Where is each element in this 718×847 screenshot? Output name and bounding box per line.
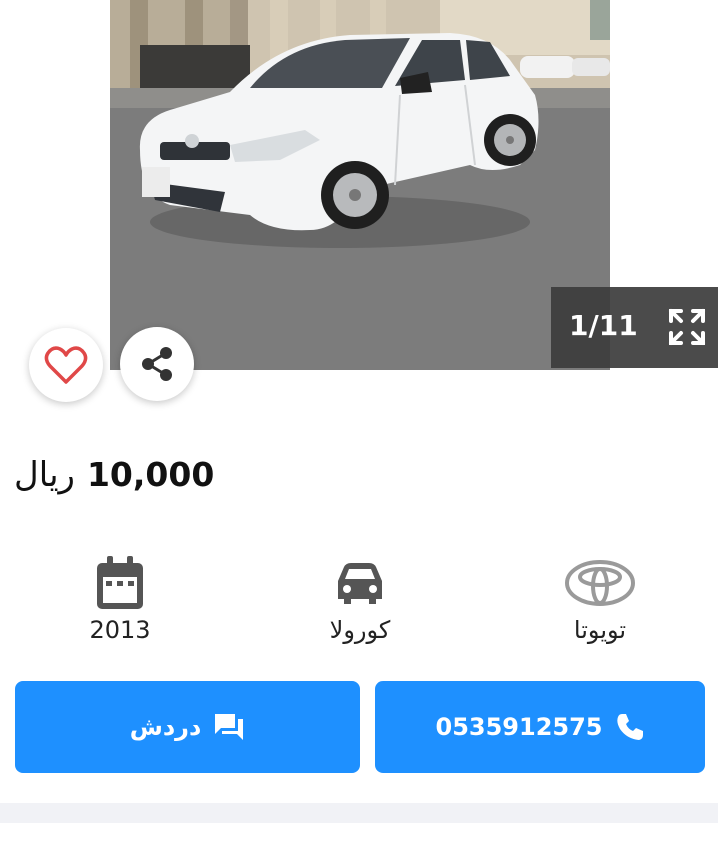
spec-year: 2013 <box>20 552 220 644</box>
fullscreen-button[interactable] <box>667 307 707 347</box>
spec-model-value: كورولا <box>329 616 391 644</box>
phone-number: 0535912575 <box>435 713 603 741</box>
car-icon <box>338 563 382 604</box>
image-gallery: 1/11 <box>0 0 718 402</box>
spec-make: تويوتا <box>500 552 700 644</box>
chat-icon <box>215 714 244 740</box>
heart-icon <box>44 346 88 384</box>
section-divider <box>0 803 718 823</box>
next-image-button[interactable] <box>643 146 673 176</box>
expand-icon <box>669 309 705 345</box>
price-amount: 10,000 <box>86 455 215 494</box>
chevron-right-icon <box>651 149 666 173</box>
toyota-logo-icon <box>565 560 635 606</box>
spec-year-value: 2013 <box>89 616 151 644</box>
chat-button[interactable]: دردش <box>15 681 360 773</box>
chevron-left-icon <box>53 149 68 173</box>
calendar-icon <box>97 556 143 609</box>
favorite-button[interactable] <box>29 328 103 402</box>
chat-button-label: دردش <box>129 713 202 741</box>
car-photo[interactable] <box>110 0 610 370</box>
previous-image-button[interactable] <box>46 146 76 176</box>
spec-model: كورولا <box>260 552 460 644</box>
image-counter: 1/11 <box>569 309 638 342</box>
image-counter-overlay: 1/11 <box>551 287 718 368</box>
price-currency: ريال <box>14 455 75 495</box>
share-icon <box>142 347 172 381</box>
call-button[interactable]: 0535912575 <box>375 681 705 773</box>
listing-price: ريال 10,000 <box>14 455 214 495</box>
phone-icon <box>616 714 643 740</box>
share-button[interactable] <box>120 327 194 401</box>
spec-make-value: تويوتا <box>573 616 627 644</box>
